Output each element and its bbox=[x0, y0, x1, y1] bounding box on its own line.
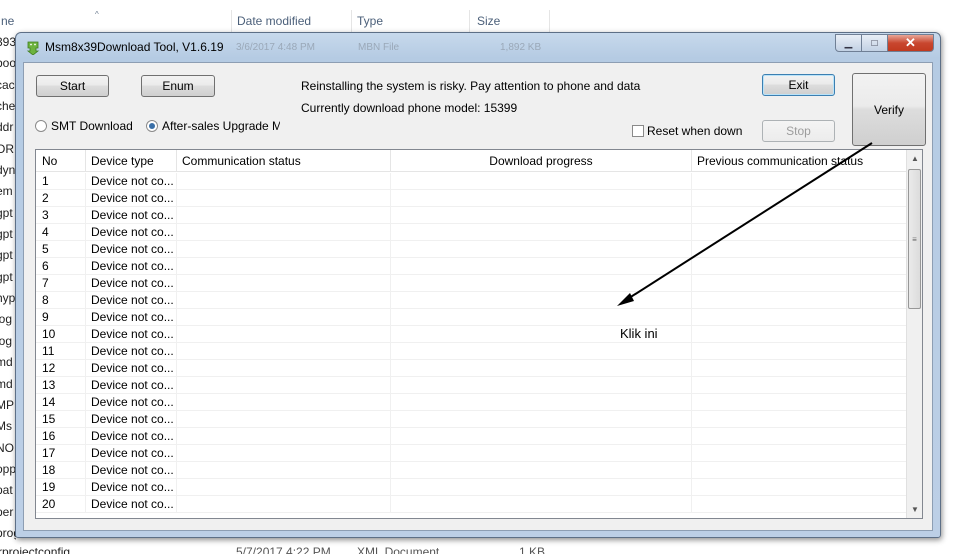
annotation-text: Klik ini bbox=[620, 326, 658, 341]
annotation-arrow bbox=[617, 142, 873, 306]
